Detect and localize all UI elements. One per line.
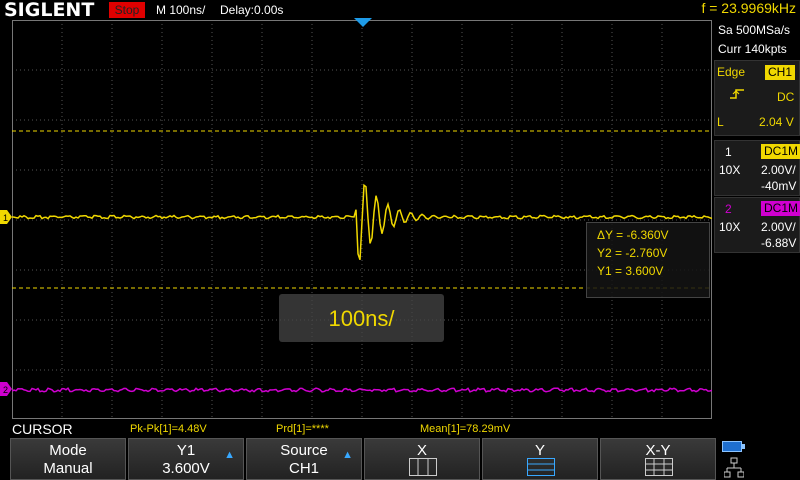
softkey-value: 3.600V [162,460,210,477]
adjust-arrow-icon: ▲ [342,449,353,461]
ch1-offset: -40mV [761,179,797,193]
trigger-source-badge: CH1 [765,65,796,80]
xy-cursor-softkey[interactable]: X-Y [600,438,716,480]
measure-period: Prd[1]=**** [276,423,329,435]
delay-readout: Delay:0.00s [220,3,284,17]
softkey-value: CH1 [288,460,319,477]
trigger-type: Edge [717,65,746,79]
menu-title: CURSOR [12,421,73,437]
softkey-label: Mode [49,442,87,459]
ch1-info-box[interactable]: 1 DC1M 10X 2.00V/ -40mV [714,140,800,196]
measure-mean: Mean[1]=78.29mV [420,423,511,435]
battery-icon [722,441,745,452]
softkey-label: X [416,442,427,459]
svg-text:1: 1 [3,213,8,223]
softkey-label: X-Y [645,442,671,459]
trigger-position-marker-icon[interactable] [354,18,372,28]
ch2-probe: 10X [719,220,741,234]
timebase-overlay-text: 100ns/ [328,306,395,331]
cursor-readout-panel: ΔY = -6.360V Y2 = -2.760V Y1 = 3.600V [586,222,710,298]
run-state-badge[interactable]: Stop [109,2,145,18]
ch1-probe: 10X [719,163,741,177]
system-status-icons [718,440,800,480]
ch1-number: 1 [725,145,732,159]
svg-text:2: 2 [3,385,8,395]
y-cursor-icon [527,458,555,476]
network-icon [724,457,744,478]
measurement-status-row: CURSOR Pk-Pk[1]=4.48V Prd[1]=**** Mean[1… [0,420,800,438]
x-cursor-softkey[interactable]: X [364,438,480,480]
ch2-ground-marker-icon[interactable]: 2 [0,382,12,396]
softkey-menu: Mode Manual Y1 3.600V ▲ Source CH1 ▲ X Y… [0,438,800,480]
ch2-scale: 2.00V/ [761,220,796,234]
top-status-bar: SIGLENT Stop M 100ns/ Delay:0.00s f = 23… [0,0,800,21]
graticule [12,20,712,420]
right-info-panel: Sa 500MSa/s Curr 140kpts Edge CH1 DC L 2… [712,20,800,420]
ch2-coupling-badge: DC1M [761,201,800,216]
cursor-y1-value: Y1 = 3.600V [597,264,664,278]
timebase-overlay: 100ns/ [279,294,444,342]
cursor-y2-value: Y2 = -2.760V [597,246,668,260]
xy-cursor-icon [645,458,673,476]
memory-depth: Curr 140kpts [718,42,787,56]
trigger-info-box[interactable]: Edge CH1 DC L 2.04 V [714,60,800,136]
sample-rate: Sa 500MSa/s [718,23,791,37]
ch2-number: 2 [725,202,732,216]
ch1-ground-marker-icon[interactable]: 1 [0,210,12,224]
frequency-counter: f = 23.9969kHz [701,0,796,16]
measure-pk-pk: Pk-Pk[1]=4.48V [130,423,207,435]
softkey-label: Y [534,442,545,459]
y1-softkey[interactable]: Y1 3.600V ▲ [128,438,244,480]
ch1-scale: 2.00V/ [761,163,796,177]
trigger-level: 2.04 V [759,115,794,129]
y-cursor-softkey[interactable]: Y [482,438,598,480]
mode-softkey[interactable]: Mode Manual [10,438,126,480]
adjust-arrow-icon: ▲ [224,449,235,461]
rising-edge-icon [730,89,744,99]
ch2-info-box[interactable]: 2 DC1M 10X 2.00V/ -6.88V [714,197,800,253]
ch2-offset: -6.88V [761,236,797,250]
trigger-level-label: L [717,115,724,129]
waveform-display[interactable] [12,20,712,420]
x-cursor-icon [409,458,437,476]
timebase-readout: M 100ns/ [156,3,206,17]
ch1-coupling-badge: DC1M [761,144,800,159]
softkey-value: Manual [43,460,93,477]
cursor-delta-y: ΔY = -6.360V [597,228,669,242]
brand-logo: SIGLENT [4,0,95,21]
source-softkey[interactable]: Source CH1 ▲ [246,438,362,480]
trigger-coupling: DC [777,90,795,104]
